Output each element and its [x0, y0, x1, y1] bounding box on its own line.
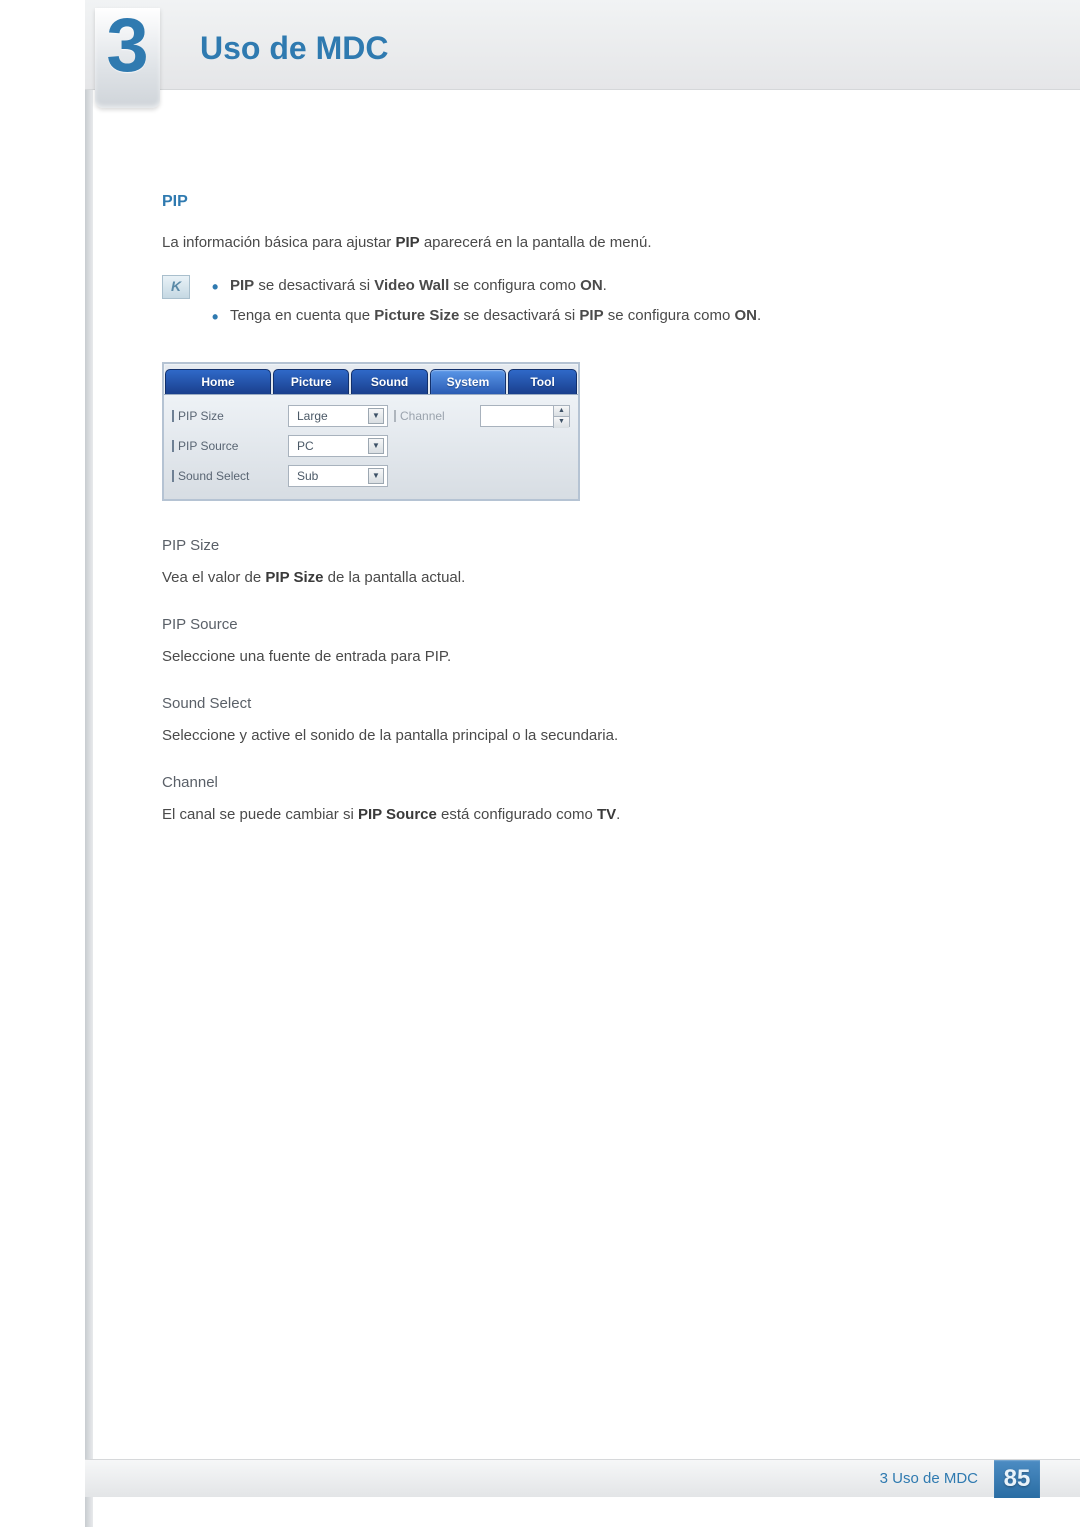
note-list: PIP se desactivará si Video Wall se conf…: [208, 275, 761, 336]
spinner-up-icon[interactable]: ▲: [553, 406, 569, 418]
note1-b2: Video Wall: [374, 277, 449, 294]
sub-pre: El canal se puede cambiar si: [162, 806, 358, 823]
tab-bar: Home Picture Sound System Tool: [164, 364, 578, 394]
page-number-badge: 85: [994, 1460, 1040, 1498]
sub-heading: PIP Size: [162, 535, 970, 558]
tab-sound[interactable]: Sound: [351, 369, 427, 394]
sub-paragraph: Seleccione y active el sonido de la pant…: [162, 725, 970, 748]
chevron-down-icon: ▼: [368, 468, 384, 484]
note2-b2: PIP: [579, 307, 603, 324]
note2-t0: Tenga en cuenta que: [230, 307, 374, 324]
note2-t1: se desactivará si: [459, 307, 579, 324]
sub-paragraph: Vea el valor de PIP Size de la pantalla …: [162, 567, 970, 590]
ui-screenshot-figure: Home Picture Sound System Tool PIP Size …: [162, 362, 580, 501]
label-sound-select: Sound Select: [172, 467, 282, 485]
sub-pip-source: PIP Source Seleccione una fuente de entr…: [162, 614, 970, 669]
intro-text-pre: La información básica para ajustar: [162, 234, 395, 251]
label-text: PIP Source: [178, 437, 238, 455]
sub-heading: Channel: [162, 772, 970, 795]
label-text: PIP Size: [178, 407, 224, 425]
select-sound-select[interactable]: Sub ▼: [288, 465, 388, 487]
section-heading: PIP: [162, 190, 970, 214]
tab-body: PIP Size Large ▼ Channel ▲ ▼ PIP Source …: [164, 394, 578, 499]
note1-t1: se desactivará si: [254, 277, 374, 294]
note2-b3: ON: [735, 307, 758, 324]
sub-post: está configurado como: [437, 806, 597, 823]
tab-label: Picture: [291, 373, 332, 391]
note1-b1: PIP: [230, 277, 254, 294]
side-rail: [85, 0, 93, 1527]
tab-picture[interactable]: Picture: [273, 369, 349, 394]
sub-bold: PIP Size: [265, 569, 323, 586]
sub-pre: Seleccione y active el sonido de la pant…: [162, 727, 618, 744]
chapter-title: Uso de MDC: [200, 30, 388, 67]
intro-bold: PIP: [395, 234, 419, 251]
select-pip-source[interactable]: PC ▼: [288, 435, 388, 457]
note-box: K PIP se desactivará si Video Wall se co…: [162, 275, 970, 336]
tab-label: Home: [201, 373, 234, 391]
sub-post2: .: [616, 806, 620, 823]
content-area: PIP La información básica para ajustar P…: [162, 190, 970, 851]
note1-b3: ON: [580, 277, 603, 294]
footer-chapter-label: 3 Uso de MDC: [880, 1470, 978, 1487]
sub-sound-select: Sound Select Seleccione y active el soni…: [162, 693, 970, 748]
label-text: Sound Select: [178, 467, 249, 485]
label-text: Channel: [400, 407, 445, 425]
note1-t3: .: [603, 277, 607, 294]
sub-paragraph: El canal se puede cambiar si PIP Source …: [162, 804, 970, 827]
tab-label: Sound: [371, 373, 408, 391]
select-value: Sub: [297, 467, 318, 485]
intro-text-post: aparecerá en la pantalla de menú.: [420, 234, 652, 251]
sub-pip-size: PIP Size Vea el valor de PIP Size de la …: [162, 535, 970, 590]
label-pip-source: PIP Source: [172, 437, 282, 455]
tab-label: Tool: [530, 373, 554, 391]
spinner-channel[interactable]: ▲ ▼: [480, 405, 570, 427]
note-icon: K: [162, 275, 190, 299]
sub-heading: PIP Source: [162, 614, 970, 637]
tab-home[interactable]: Home: [165, 369, 271, 394]
tab-tool[interactable]: Tool: [508, 369, 577, 394]
chevron-down-icon: ▼: [368, 438, 384, 454]
sub-heading: Sound Select: [162, 693, 970, 716]
spinner-value: [481, 406, 553, 426]
chapter-number: 3: [106, 8, 148, 84]
tab-label: System: [447, 373, 490, 391]
note1-t2: se configura como: [449, 277, 580, 294]
sub-post: de la pantalla actual.: [324, 569, 466, 586]
select-pip-size[interactable]: Large ▼: [288, 405, 388, 427]
note-item-2: Tenga en cuenta que Picture Size se desa…: [208, 305, 761, 328]
sub-channel: Channel El canal se puede cambiar si PIP…: [162, 772, 970, 827]
spinner-down-icon[interactable]: ▼: [553, 417, 569, 428]
page-root: 3 Uso de MDC PIP La información básica p…: [0, 0, 1080, 1527]
note-item-1: PIP se desactivará si Video Wall se conf…: [208, 275, 761, 298]
sub-bold: PIP Source: [358, 806, 437, 823]
note2-t3: .: [757, 307, 761, 324]
page-footer: 3 Uso de MDC 85: [85, 1459, 1080, 1497]
tab-system[interactable]: System: [430, 369, 506, 394]
select-value: Large: [297, 407, 328, 425]
label-channel: Channel: [394, 407, 474, 425]
note2-b1: Picture Size: [374, 307, 459, 324]
sub-bold2: TV: [597, 806, 616, 823]
sub-paragraph: Seleccione una fuente de entrada para PI…: [162, 646, 970, 669]
sub-pre: Seleccione una fuente de entrada para PI…: [162, 648, 451, 665]
chevron-down-icon: ▼: [368, 408, 384, 424]
note2-t2: se configura como: [604, 307, 735, 324]
intro-paragraph: La información básica para ajustar PIP a…: [162, 232, 970, 255]
sub-pre: Vea el valor de: [162, 569, 265, 586]
chapter-badge: 3: [95, 8, 160, 108]
label-pip-size: PIP Size: [172, 407, 282, 425]
select-value: PC: [297, 437, 314, 455]
